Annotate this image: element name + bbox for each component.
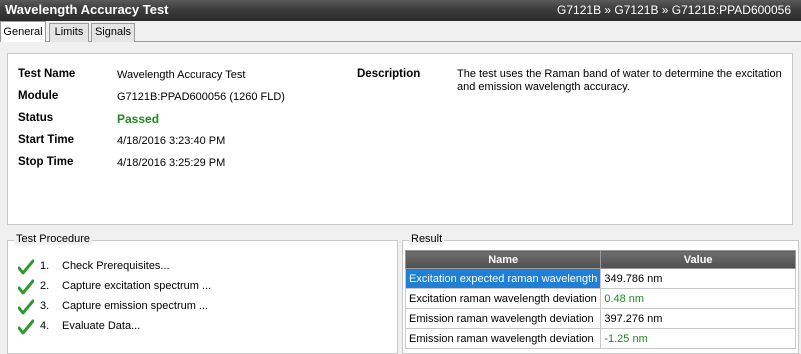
table-row[interactable]: Emission raman wavelength deviation 397.…: [404, 308, 796, 329]
module-label: Module: [18, 90, 59, 102]
column-header-value[interactable]: Value: [600, 250, 796, 269]
tab-limits[interactable]: Limits: [49, 23, 89, 42]
module-value: G7121B:PPAD600056 (1260 FLD): [117, 91, 285, 103]
general-info-panel: Test Name Wavelength Accuracy Test Modul…: [7, 53, 793, 225]
result-value: -1.25 nm: [600, 328, 796, 349]
result-value: 0.48 nm: [600, 288, 796, 309]
stop-time-label: Stop Time: [18, 156, 74, 168]
tab-signals[interactable]: Signals: [91, 23, 135, 42]
test-procedure-group: [7, 240, 398, 354]
checkmark-icon: [18, 299, 34, 315]
table-row[interactable]: Excitation expected raman wavelength 349…: [404, 268, 796, 289]
result-table: Name Value Excitation expected raman wav…: [404, 250, 796, 349]
description-text: The test uses the Raman band of water to…: [457, 68, 782, 93]
window-title: Wavelength Accuracy Test: [5, 2, 169, 17]
test-name-label: Test Name: [18, 68, 76, 80]
table-row[interactable]: Excitation raman wavelength deviation 0.…: [404, 288, 796, 309]
status-value: Passed: [117, 112, 160, 126]
result-name: Emission raman wavelength deviation: [404, 308, 602, 329]
description-label: Description: [357, 68, 421, 80]
start-time-value: 4/18/2016 3:23:40 PM: [117, 135, 226, 147]
checkmark-icon: [18, 279, 34, 295]
checkmark-icon: [18, 259, 34, 275]
checkmark-icon: [18, 319, 34, 335]
test-name-value: Wavelength Accuracy Test: [117, 69, 246, 81]
tab-bar: General Limits Signals: [0, 21, 801, 42]
result-title: Result: [409, 233, 445, 245]
tab-general[interactable]: General: [0, 21, 46, 42]
result-name: Excitation raman wavelength deviation: [404, 288, 602, 309]
result-name: Emission raman wavelength deviation: [404, 328, 602, 349]
breadcrumb: G7121B » G7121B » G7121B:PPAD600056: [557, 3, 791, 17]
result-name: Excitation expected raman wavelength: [404, 268, 602, 289]
column-header-name[interactable]: Name: [404, 250, 602, 269]
title-bar: Wavelength Accuracy Test G7121B » G7121B…: [0, 0, 801, 21]
stop-time-value: 4/18/2016 3:25:29 PM: [117, 157, 226, 169]
test-procedure-title: Test Procedure: [14, 233, 92, 245]
status-label: Status: [18, 112, 54, 124]
result-value: 397.276 nm: [600, 308, 796, 329]
table-row[interactable]: Emission raman wavelength deviation -1.2…: [404, 328, 796, 349]
result-value: 349.786 nm: [600, 268, 796, 289]
start-time-label: Start Time: [18, 134, 75, 146]
